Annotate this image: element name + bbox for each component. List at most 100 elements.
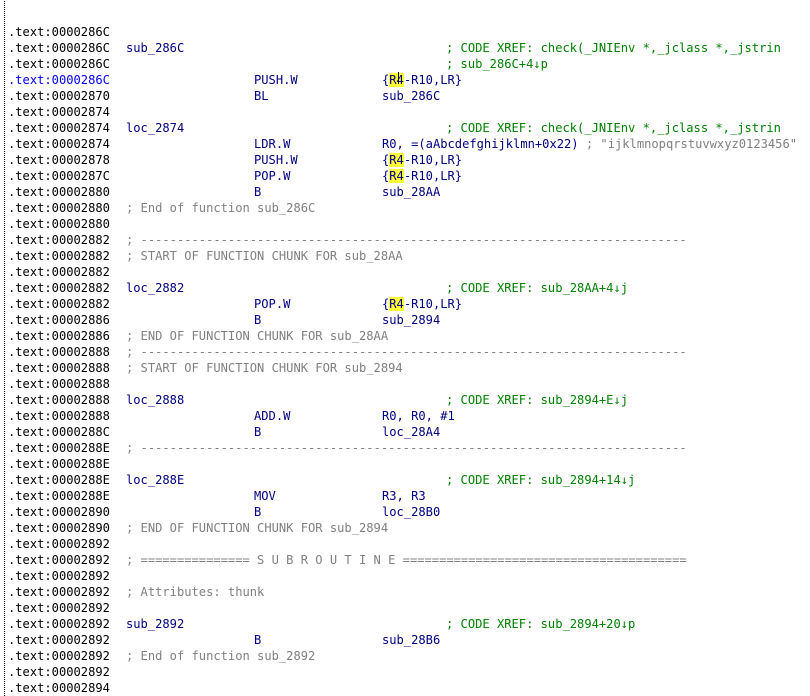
line-address[interactable]: .text:0000286C bbox=[8, 72, 110, 88]
xref-comment[interactable]: ; CODE XREF: sub_2894+14↓j bbox=[446, 472, 635, 488]
operand-text[interactable]: R3, R3 bbox=[382, 489, 426, 503]
operand-text[interactable]: -R10,LR} bbox=[404, 73, 462, 87]
xref-comment[interactable]: ; sub_286C+4↓p bbox=[446, 56, 548, 72]
listing-line[interactable]: .text:00002882 POP.W {R4-R10,LR} bbox=[0, 296, 810, 312]
xref-comment[interactable]: ; CODE XREF: check(_JNIEnv *,_jclass *,_… bbox=[446, 120, 781, 136]
instruction-mnemonic[interactable]: B bbox=[254, 184, 261, 200]
listing-line[interactable]: .text:00002888 ADD.W R0, R0, #1 bbox=[0, 408, 810, 424]
instruction-operands[interactable]: R0, =(aAbcdefghijklmn+0x22) ; "ijklmnopq… bbox=[382, 136, 797, 152]
line-address[interactable]: .text:00002878 bbox=[8, 152, 110, 168]
instruction-operands[interactable]: loc_28B0 bbox=[382, 504, 440, 520]
instruction-mnemonic[interactable]: B bbox=[254, 504, 261, 520]
code-label[interactable]: loc_2882 bbox=[126, 280, 184, 296]
listing-line[interactable]: .text:00002888 bbox=[0, 376, 810, 392]
listing-line[interactable]: .text:00002890 ; END OF FUNCTION CHUNK FO… bbox=[0, 520, 810, 536]
operand-text[interactable]: sub_28AA bbox=[382, 185, 440, 199]
listing-line[interactable]: .text:0000288C Bloc_28A4 bbox=[0, 424, 810, 440]
line-address[interactable]: .text:00002882 bbox=[8, 264, 110, 280]
operand-text[interactable]: loc_28B0 bbox=[382, 505, 440, 519]
instruction-mnemonic[interactable]: POP.W bbox=[254, 168, 290, 184]
listing-line[interactable]: .text:00002888 loc_2888 ; CODE XREF: sub_2… bbox=[0, 392, 810, 408]
instruction-operands[interactable]: R0, R0, #1 bbox=[382, 408, 455, 424]
line-address[interactable]: .text:00002892 bbox=[8, 536, 110, 552]
line-address[interactable]: .text:00002880 bbox=[8, 216, 110, 232]
line-address[interactable]: .text:0000288E bbox=[8, 472, 110, 488]
line-address[interactable]: .text:00002874 bbox=[8, 104, 110, 120]
highlighted-register[interactable]: R4 bbox=[389, 153, 404, 167]
listing-line[interactable]: .text:00002892 Bsub_28B6 bbox=[0, 632, 810, 648]
disassembly-listing[interactable]: .text:0000286C .text:0000286C sub_286C; CO… bbox=[0, 0, 810, 696]
highlighted-register[interactable]: R4 bbox=[389, 73, 404, 87]
listing-line[interactable]: .text:00002878 PUSH.W {R4-R10,LR} bbox=[0, 152, 810, 168]
operand-text[interactable]: R0, R0, #1 bbox=[382, 409, 455, 423]
instruction-mnemonic[interactable]: B bbox=[254, 632, 261, 648]
instruction-operands[interactable]: sub_28AA bbox=[382, 184, 440, 200]
xref-comment[interactable]: ; CODE XREF: sub_2894+20↓p bbox=[446, 616, 635, 632]
listing-line[interactable]: .text:00002890 Bloc_28B0 bbox=[0, 504, 810, 520]
instruction-mnemonic[interactable]: PUSH.W bbox=[254, 72, 298, 88]
line-address[interactable]: .text:00002892 bbox=[8, 616, 110, 632]
line-address[interactable]: .text:00002892 bbox=[8, 584, 110, 600]
listing-line[interactable]: .text:00002880 ; End of function sub_286C bbox=[0, 200, 810, 216]
instruction-operands[interactable]: {R4-R10,LR} bbox=[382, 168, 462, 184]
listing-line[interactable]: .text:00002882 bbox=[0, 264, 810, 280]
line-address[interactable]: .text:0000288C bbox=[8, 424, 110, 440]
operand-text[interactable]: -R10,LR} bbox=[404, 169, 462, 183]
code-label[interactable]: loc_288E bbox=[126, 472, 184, 488]
line-address[interactable]: .text:00002890 bbox=[8, 504, 110, 520]
listing-line[interactable]: .text:00002882 ; START OF FUNCTION CHUNK … bbox=[0, 248, 810, 264]
line-address[interactable]: .text:00002892 bbox=[8, 600, 110, 616]
xref-comment[interactable]: ; CODE XREF: sub_2894+E↓j bbox=[446, 392, 628, 408]
listing-line[interactable]: .text:0000288E loc_288E ; CODE XREF: sub_2… bbox=[0, 472, 810, 488]
listing-line[interactable]: .text:00002880 Bsub_28AA bbox=[0, 184, 810, 200]
listing-line[interactable]: .text:00002886 Bsub_2894 bbox=[0, 312, 810, 328]
listing-line[interactable]: .text:00002892 ; End of function sub_2892 bbox=[0, 648, 810, 664]
operand-text[interactable]: sub_286C bbox=[382, 89, 440, 103]
listing-line[interactable]: .text:00002880 bbox=[0, 216, 810, 232]
listing-line[interactable]: .text:00002888 ; START OF FUNCTION CHUNK … bbox=[0, 360, 810, 376]
line-address[interactable]: .text:00002886 bbox=[8, 312, 110, 328]
listing-line[interactable]: .text:00002886 ; END OF FUNCTION CHUNK FO… bbox=[0, 328, 810, 344]
highlighted-register[interactable]: R4 bbox=[389, 297, 404, 311]
listing-line[interactable]: .text:00002882 loc_2882 ; CODE XREF: sub_2… bbox=[0, 280, 810, 296]
line-address[interactable]: .text:0000286C bbox=[8, 40, 110, 56]
line-address[interactable]: .text:00002880 bbox=[8, 200, 110, 216]
instruction-operands[interactable]: sub_28B6 bbox=[382, 632, 440, 648]
listing-line[interactable]: .text:00002882 ; ------------------------… bbox=[0, 232, 810, 248]
instruction-operands[interactable]: loc_28A4 bbox=[382, 424, 440, 440]
operand-text[interactable]: sub_28B6 bbox=[382, 633, 440, 647]
line-address[interactable]: .text:0000286C bbox=[8, 56, 110, 72]
line-address[interactable]: .text:00002882 bbox=[8, 232, 110, 248]
instruction-operands[interactable]: sub_286C bbox=[382, 88, 440, 104]
instruction-mnemonic[interactable]: B bbox=[254, 424, 261, 440]
xref-comment[interactable]: ; CODE XREF: check(_JNIEnv *,_jclass *,_… bbox=[446, 40, 781, 56]
instruction-mnemonic[interactable]: MOV bbox=[254, 488, 276, 504]
highlighted-register[interactable]: R4 bbox=[389, 169, 404, 183]
listing-line[interactable]: .text:00002874 bbox=[0, 104, 810, 120]
xref-comment[interactable]: ; CODE XREF: sub_28AA+4↓j bbox=[446, 280, 628, 296]
line-address[interactable]: .text:0000287C bbox=[8, 168, 110, 184]
line-address[interactable]: .text:00002888 bbox=[8, 392, 110, 408]
line-address[interactable]: .text:00002892 bbox=[8, 664, 110, 680]
listing-line[interactable]: .text:00002892 bbox=[0, 600, 810, 616]
code-label[interactable]: sub_286C bbox=[126, 40, 184, 56]
line-address[interactable]: .text:00002892 bbox=[8, 552, 110, 568]
line-address[interactable]: .text:00002894 bbox=[8, 680, 110, 696]
operand-text[interactable]: loc_28A4 bbox=[382, 425, 440, 439]
instruction-mnemonic[interactable]: BL bbox=[254, 88, 269, 104]
instruction-mnemonic[interactable]: LDR.W bbox=[254, 136, 290, 152]
line-address[interactable]: .text:00002890 bbox=[8, 520, 110, 536]
listing-line[interactable]: .text:00002892 bbox=[0, 664, 810, 680]
line-address[interactable]: .text:00002892 bbox=[8, 648, 110, 664]
operand-text[interactable]: -R10,LR} bbox=[404, 153, 462, 167]
instruction-operands[interactable]: {R4-R10,LR} bbox=[382, 152, 462, 168]
line-address[interactable]: .text:00002882 bbox=[8, 296, 110, 312]
line-address[interactable]: .text:00002880 bbox=[8, 184, 110, 200]
line-address[interactable]: .text:00002870 bbox=[8, 88, 110, 104]
code-label[interactable]: loc_2874 bbox=[126, 120, 184, 136]
instruction-operands[interactable]: sub_2894 bbox=[382, 312, 440, 328]
listing-line[interactable]: .text:00002892 sub_2892 ; CODE XREF: sub_2… bbox=[0, 616, 810, 632]
instruction-mnemonic[interactable]: B bbox=[254, 312, 261, 328]
line-address[interactable]: .text:00002874 bbox=[8, 120, 110, 136]
code-label[interactable]: sub_2892 bbox=[126, 616, 184, 632]
